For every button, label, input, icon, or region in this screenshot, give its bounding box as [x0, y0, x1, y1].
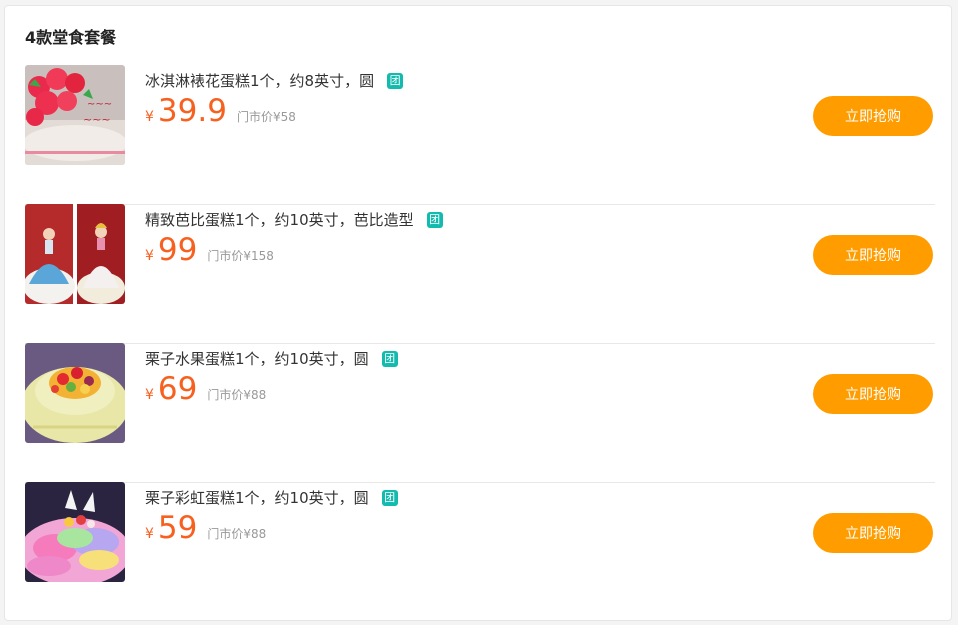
market-price-value: ¥158 — [243, 249, 274, 263]
group-buy-badge-icon: 团 — [381, 350, 398, 367]
product-image[interactable] — [25, 204, 125, 304]
market-price-value: ¥88 — [243, 388, 267, 402]
market-price-prefix: 门市价 — [207, 527, 244, 541]
market-price-value: ¥58 — [272, 110, 296, 124]
svg-text:~~~: ~~~ — [83, 113, 111, 126]
product-name[interactable]: 栗子彩虹蛋糕1个，约10英寸，圆 团 — [145, 487, 398, 508]
product-name[interactable]: 精致芭比蛋糕1个，约10英寸，芭比造型 团 — [145, 209, 443, 230]
buy-now-button[interactable]: 立即抢购 — [813, 96, 933, 136]
market-price: 门市价¥88 — [207, 525, 266, 542]
product-image[interactable]: ~~~ ~~~ — [25, 65, 125, 165]
product-name-text[interactable]: 栗子彩虹蛋糕1个，约10英寸，圆 — [145, 487, 369, 508]
list-item: 栗子彩虹蛋糕1个，约10英寸，圆 团 ¥ 59 门市价¥88 立即抢购 — [25, 482, 935, 621]
product-image[interactable] — [25, 343, 125, 443]
market-price: 门市价¥58 — [237, 108, 296, 125]
deal-price: 69 — [157, 371, 198, 407]
section-title: 4款堂食套餐 — [25, 28, 117, 47]
list-item: ~~~ ~~~ 冰淇淋裱花蛋糕1个，约8英寸，圆 团 ¥ 39.9 门市价¥58… — [25, 65, 935, 205]
barbie-cake-photo — [25, 204, 125, 304]
price-line: ¥ 39.9 门市价¥58 — [145, 93, 296, 129]
buy-now-button[interactable]: 立即抢购 — [813, 374, 933, 414]
product-image[interactable] — [25, 482, 125, 582]
deal-price: 39.9 — [157, 93, 227, 129]
product-name[interactable]: 冰淇淋裱花蛋糕1个，约8英寸，圆 团 — [145, 70, 404, 91]
deal-price: 99 — [157, 232, 198, 268]
group-buy-badge-icon: 团 — [381, 489, 398, 506]
product-name-text[interactable]: 精致芭比蛋糕1个，约10英寸，芭比造型 — [145, 209, 414, 230]
buy-now-button[interactable]: 立即抢购 — [813, 513, 933, 553]
group-buy-badge-icon: 团 — [387, 72, 404, 89]
svg-text:~~~: ~~~ — [87, 99, 112, 110]
market-price-value: ¥88 — [243, 527, 267, 541]
group-buy-badge-icon: 团 — [426, 211, 443, 228]
buy-now-button[interactable]: 立即抢购 — [813, 235, 933, 275]
currency-symbol: ¥ — [145, 387, 154, 403]
market-price: 门市价¥158 — [207, 247, 274, 264]
price-line: ¥ 69 门市价¥88 — [145, 371, 266, 407]
deal-price: 59 — [157, 510, 198, 546]
currency-symbol: ¥ — [145, 526, 154, 542]
price-line: ¥ 59 门市价¥88 — [145, 510, 266, 546]
list-item: 栗子水果蛋糕1个，约10英寸，圆 团 ¥ 69 门市价¥88 立即抢购 — [25, 343, 935, 483]
list-item: 精致芭比蛋糕1个，约10英寸，芭比造型 团 ¥ 99 门市价¥158 立即抢购 — [25, 204, 935, 344]
market-price-prefix: 门市价 — [207, 249, 244, 263]
currency-symbol: ¥ — [145, 248, 154, 264]
rose-cake-photo: ~~~ ~~~ — [25, 65, 125, 165]
deal-panel: 4款堂食套餐 ~~~ ~~~ 冰淇淋裱花蛋糕1个，约8英寸，圆 团 ¥ 39.9… — [4, 5, 952, 621]
market-price: 门市价¥88 — [207, 386, 266, 403]
fruit-cake-photo — [25, 343, 125, 443]
product-name[interactable]: 栗子水果蛋糕1个，约10英寸，圆 团 — [145, 348, 398, 369]
market-price-prefix: 门市价 — [236, 110, 273, 124]
product-name-text[interactable]: 冰淇淋裱花蛋糕1个，约8英寸，圆 — [145, 70, 374, 91]
market-price-prefix: 门市价 — [207, 388, 244, 402]
currency-symbol: ¥ — [145, 109, 154, 125]
product-name-text[interactable]: 栗子水果蛋糕1个，约10英寸，圆 — [145, 348, 369, 369]
price-line: ¥ 99 门市价¥158 — [145, 232, 274, 268]
rainbow-cake-photo — [25, 482, 125, 582]
